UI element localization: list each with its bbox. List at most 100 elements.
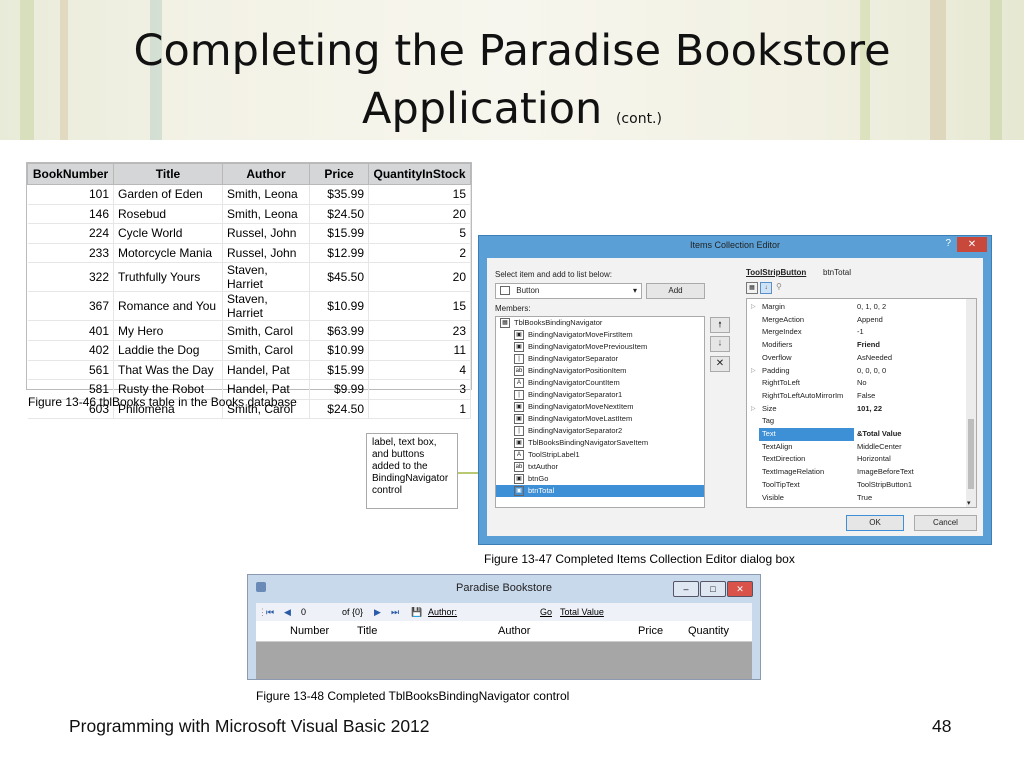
table-cell: $45.50 (309, 262, 369, 293)
member-item[interactable]: ▣ btnGo (496, 473, 704, 485)
alphabetical-icon[interactable]: ↓ (760, 282, 772, 294)
expand-icon[interactable]: ▷ (751, 301, 756, 314)
table-cell: Cycle World (113, 223, 223, 244)
add-button[interactable]: Add (646, 283, 705, 299)
cancel-button[interactable]: Cancel (914, 515, 977, 531)
property-scrollbar[interactable]: ▾ (966, 299, 976, 507)
member-item[interactable]: ▣ BindingNavigatorMoveFirstItem (496, 329, 704, 341)
total-value-button[interactable]: Total Value (560, 603, 604, 621)
categorized-icon[interactable]: ▦ (746, 282, 758, 294)
books-datagrid[interactable]: Number Title Author Price Quantity (256, 621, 752, 679)
property-value: 0, 1, 0, 2 (857, 302, 887, 311)
move-up-button[interactable]: 🠕 (710, 317, 730, 333)
member-item[interactable]: ▣ BindingNavigatorMoveLastItem (496, 413, 704, 425)
table-cell: Garden of Eden (113, 184, 223, 205)
member-type-icon: ▣ (514, 342, 524, 353)
member-label: BindingNavigatorMoveNextItem (528, 402, 634, 411)
scroll-down-icon[interactable]: ▾ (967, 499, 971, 507)
member-item[interactable]: A ToolStripLabel1 (496, 449, 704, 461)
member-item[interactable]: A BindingNavigatorCountItem (496, 377, 704, 389)
property-row[interactable]: RightToLeftAutoMirrorIm False (747, 390, 965, 403)
page-number: 48 (932, 716, 952, 736)
property-row[interactable]: ▷ Size 101, 22 (747, 403, 965, 416)
move-down-button[interactable]: 🠗 (710, 336, 730, 352)
property-row[interactable]: TextImageRelation ImageBeforeText (747, 466, 965, 479)
property-row[interactable]: TextDirection Horizontal (747, 453, 965, 466)
table-row: 233 Motorcycle Mania Russel, John $12.99 2 (27, 243, 471, 264)
property-value: ToolStripButton1 (857, 479, 913, 489)
member-item[interactable]: | BindingNavigatorSeparator1 (496, 389, 704, 401)
go-button[interactable]: Go (540, 603, 552, 621)
property-name: Size (762, 403, 777, 413)
position-item[interactable]: 0 (301, 603, 306, 621)
column-header: Title (113, 163, 223, 185)
property-value: Friend (857, 340, 880, 350)
property-row[interactable]: Visible True (747, 492, 965, 505)
item-type-select[interactable]: Button ▾ (495, 283, 642, 299)
property-row[interactable]: TextAlign MiddleCenter (747, 441, 965, 454)
property-row[interactable]: Modifiers Friend (747, 339, 965, 352)
table-cell: $15.99 (309, 223, 369, 244)
property-row[interactable]: Tag (747, 415, 965, 428)
property-row[interactable]: MergeAction Append (747, 314, 965, 327)
maximize-button[interactable]: □ (700, 581, 726, 597)
column-header: BookNumber (27, 163, 114, 185)
arrow-down-icon: 🠗 (718, 339, 722, 348)
property-name: TextImageRelation (762, 467, 825, 477)
save-icon[interactable]: 💾 (411, 603, 422, 621)
table-cell: $12.99 (309, 243, 369, 264)
property-row[interactable]: ToolTipText ToolStripButton1 (747, 479, 965, 492)
ok-button[interactable]: OK (846, 515, 904, 531)
table-cell: 15 (368, 291, 471, 322)
slide-title: Completing the Paradise Bookstore Applic… (0, 22, 1024, 148)
member-item[interactable]: ab BindingNavigatorPositionItem (496, 365, 704, 377)
footer-course-title: Programming with Microsoft Visual Basic … (69, 716, 430, 736)
member-label: BindingNavigatorSeparator1 (528, 390, 623, 399)
member-item[interactable]: ▣ btnTotal (496, 485, 704, 497)
table-cell: 1 (368, 399, 471, 420)
remove-button[interactable]: ✕ (710, 356, 730, 372)
table-cell: Russel, John (222, 223, 310, 244)
property-row[interactable]: ▷ Padding 0, 0, 0, 0 (747, 365, 965, 378)
help-button[interactable]: ? (945, 238, 951, 249)
property-row[interactable]: MergeIndex -1 (747, 326, 965, 339)
move-first-icon[interactable]: ⏮ (266, 603, 274, 621)
member-item[interactable]: ▦ TblBooksBindingNavigator (496, 317, 704, 329)
member-item[interactable]: ▣ BindingNavigatorMoveNextItem (496, 401, 704, 413)
property-row[interactable]: RightToLeft No (747, 377, 965, 390)
property-pages-icon[interactable]: ⚲ (776, 282, 782, 291)
move-next-icon[interactable]: ▶ (374, 603, 381, 621)
member-type-icon: | (514, 390, 524, 401)
member-item[interactable]: ▣ BindingNavigatorMovePreviousItem (496, 341, 704, 353)
dialog-title: Items Collection Editor (689, 240, 781, 250)
member-item[interactable]: | BindingNavigatorSeparator2 (496, 425, 704, 437)
table-row: 322 Truthfully Yours Staven, Harriet $45.50… (27, 262, 471, 293)
property-row[interactable]: ▷ Margin 0, 1, 0, 2 (747, 301, 965, 314)
member-item[interactable]: | BindingNavigatorSeparator (496, 353, 704, 365)
table-row: 101 Garden of Eden Smith, Leona $35.99 15 (27, 184, 471, 205)
expand-icon[interactable]: ▷ (751, 403, 756, 416)
scrollbar-thumb[interactable] (968, 419, 974, 489)
property-value: &Total Value (857, 429, 902, 438)
arrow-up-icon: 🠕 (718, 320, 722, 329)
close-button[interactable]: ✕ (957, 237, 987, 252)
property-row[interactable]: Text &Total Value (747, 428, 965, 441)
window-close-button[interactable]: ✕ (727, 581, 753, 597)
expand-icon[interactable]: ▷ (751, 365, 756, 378)
members-list[interactable]: ▦ TblBooksBindingNavigator ▣ BindingNavigat… (495, 316, 705, 508)
member-item[interactable]: ab txtAuthor (496, 461, 704, 473)
move-last-icon[interactable]: ⏭ (391, 603, 399, 621)
move-previous-icon[interactable]: ◀ (284, 603, 291, 621)
member-label: BindingNavigatorCountItem (528, 378, 620, 387)
count-item: of {0} (342, 607, 364, 617)
member-item[interactable]: ▣ TblBooksBindingNavigatorSaveItem (496, 437, 704, 449)
table-cell: $24.50 (309, 204, 369, 225)
table-cell: Smith, Carol (222, 340, 310, 361)
property-grid[interactable]: ▷ Margin 0, 1, 0, 2 MergeAction Append MergeI… (746, 298, 977, 508)
table-cell: $63.99 (309, 320, 369, 341)
minimize-button[interactable]: – (673, 581, 699, 597)
property-value: Append (857, 314, 883, 324)
property-row[interactable]: Overflow AsNeeded (747, 352, 965, 365)
property-name: Margin (762, 302, 785, 311)
dialog-caption: Figure 13-47 Completed Items Collection … (484, 552, 795, 566)
